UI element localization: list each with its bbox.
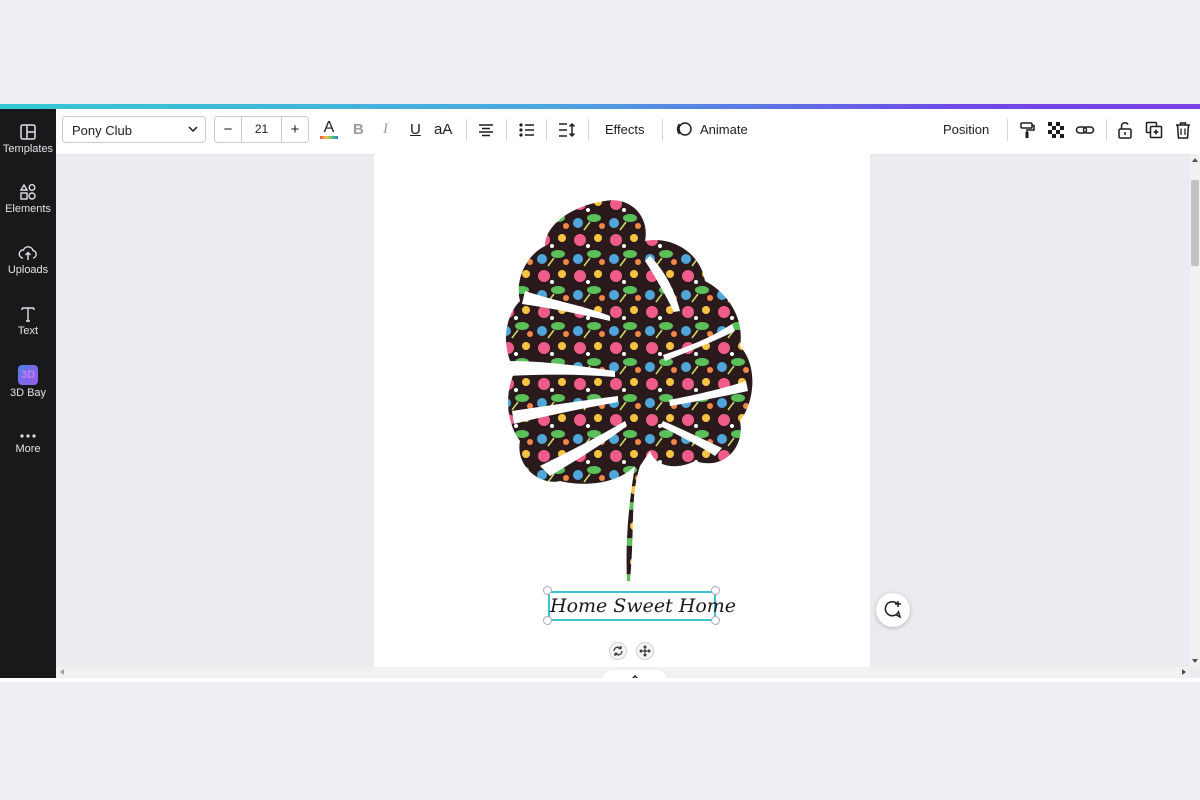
rotate-button[interactable] [609,642,627,660]
sidebar-item-label: Text [17,325,39,337]
position-button[interactable]: Position [943,122,989,137]
text-icon [21,307,35,322]
decrease-font-size-button[interactable]: − [215,117,241,142]
spacing-button[interactable] [556,119,578,141]
link-icon [1075,126,1095,134]
3d-bay-icon: 3D [18,365,38,385]
animate-button[interactable]: Animate [673,119,753,141]
sidebar-item-more[interactable]: More [0,431,56,487]
color-swatch-bar [320,136,338,139]
uploads-icon [18,246,37,260]
bold-button[interactable]: B [353,121,364,138]
align-center-icon [479,124,493,137]
effects-button[interactable]: Effects [605,122,645,137]
text-element-content[interactable]: Home Sweet Home [550,593,736,619]
scrollbar-thumb[interactable] [1191,180,1199,266]
unlock-icon [1118,122,1132,139]
underline-button[interactable]: U [410,121,421,138]
sidebar-item-3d-bay[interactable]: 3D 3D Bay [0,365,56,421]
rotate-icon [613,646,623,656]
transparency-button[interactable] [1045,119,1067,141]
duplicate-icon [1145,121,1163,139]
transparency-icon [1048,122,1064,138]
text-color-button[interactable]: A [318,119,340,141]
sidebar-item-label: Elements [5,203,51,215]
toolbar-divider [1106,119,1107,141]
sidebar-item-label: More [15,443,41,455]
font-size-stepper: − 21 + [214,116,309,143]
toolbar-divider [506,119,507,141]
font-family-value: Pony Club [72,123,132,138]
font-size-input[interactable]: 21 [241,117,282,142]
link-button[interactable] [1074,119,1096,141]
line-spacing-icon [559,122,576,138]
sidebar-item-label: Templates [2,143,54,155]
left-sidebar: Templates Elements Uploads Text 3D 3D Ba… [0,109,56,682]
resize-handle-bottom-right[interactable] [711,616,720,625]
animate-icon [676,122,692,136]
scroll-down-arrow-icon[interactable] [1190,657,1200,665]
toolbar-divider [466,119,467,141]
trash-icon [1176,122,1190,139]
sidebar-item-templates[interactable]: Templates [0,123,56,179]
duplicate-button[interactable] [1143,119,1165,141]
chevron-down-icon [188,126,198,133]
sidebar-item-elements[interactable]: Elements [0,183,56,239]
text-color-icon: A [323,119,335,136]
sidebar-item-label: 3D Bay [9,387,47,399]
font-family-dropdown[interactable]: Pony Club [62,116,206,143]
alignment-button[interactable] [475,119,497,141]
toolbar-divider [546,119,547,141]
bullet-list-icon [519,123,534,137]
copy-style-button[interactable] [1016,119,1038,141]
vertical-scrollbar[interactable] [1190,154,1200,667]
move-icon [639,645,651,657]
text-toolbar: Pony Club − 21 + A B I U aA Effects Anim… [56,109,1200,155]
sidebar-item-uploads[interactable]: Uploads [0,244,56,300]
toolbar-divider [1007,119,1008,141]
add-comment-icon [884,601,902,619]
templates-icon [20,124,36,140]
lock-button[interactable] [1114,119,1136,141]
increase-font-size-button[interactable]: + [282,117,308,142]
sidebar-item-label: Uploads [7,264,49,276]
delete-button[interactable] [1172,119,1194,141]
scroll-up-arrow-icon[interactable] [1190,156,1200,164]
resize-handle-bottom-left[interactable] [543,616,552,625]
elements-icon [19,183,36,200]
add-comment-button[interactable] [876,593,910,627]
selected-text-element[interactable]: Home Sweet Home [548,591,736,621]
more-icon [20,434,36,438]
scroll-left-arrow-icon[interactable] [58,667,66,677]
animate-label: Animate [700,122,748,137]
toolbar-divider [662,119,663,141]
resize-handle-top-right[interactable] [711,586,720,595]
monstera-leaf-image[interactable] [500,196,760,586]
letter-case-button[interactable]: aA [434,121,452,138]
resize-handle-top-left[interactable] [543,586,552,595]
scroll-right-arrow-icon[interactable] [1180,667,1188,677]
italic-button[interactable]: I [383,121,388,138]
toolbar-divider [588,119,589,141]
paint-roller-icon [1020,122,1035,138]
move-button[interactable] [636,642,654,660]
sidebar-item-text[interactable]: Text [0,305,56,361]
list-button[interactable] [516,119,538,141]
bottom-bar-edge [0,678,1200,682]
